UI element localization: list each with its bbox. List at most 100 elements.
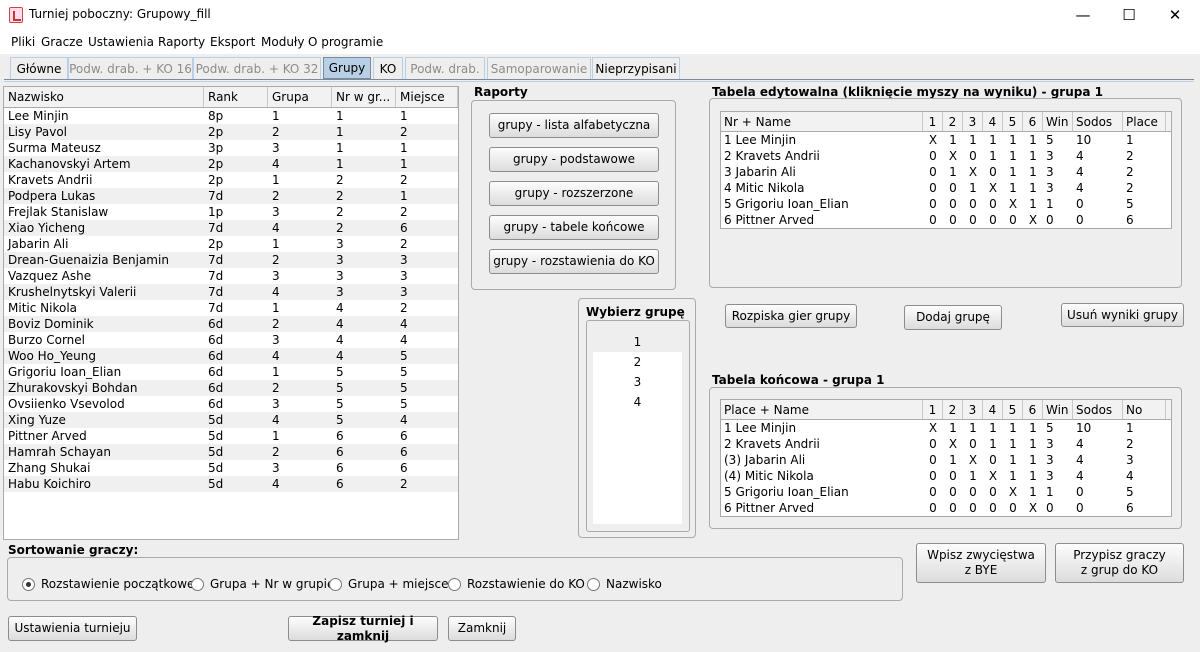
table-row[interactable]: Xing Yuze 5d 4 5 4	[4, 412, 458, 428]
table-cell[interactable]: 1	[1003, 148, 1023, 164]
table-row[interactable]: Woo Ho_Yeung 6d 4 4 5	[4, 348, 458, 364]
table-cell[interactable]: 0	[983, 196, 1003, 212]
table-cell[interactable]: 0	[963, 212, 983, 228]
table-row[interactable]: 4 Mitic Nikola 0 0 1 X 1 1 3 4 2	[721, 180, 1171, 196]
table-cell[interactable]: 1	[1023, 132, 1043, 148]
table-row[interactable]: Podpera Lukas 7d 2 2 1	[4, 188, 458, 204]
tab-podw-drab-ko32[interactable]: Podw. drab. + KO 32	[193, 57, 321, 79]
table-cell[interactable]: 0	[923, 196, 943, 212]
group-list-item[interactable]: 1	[593, 332, 682, 352]
table-cell[interactable]: 0	[943, 212, 963, 228]
table-row[interactable]: Krushelnytskyi Valerii 7d 4 3 3	[4, 284, 458, 300]
col-nazwisko[interactable]: Nazwisko	[4, 87, 204, 107]
table-row[interactable]: Kachanovskyi Artem 2p 4 1 1	[4, 156, 458, 172]
table-row[interactable]: Ovsiienko Vsevolod 6d 3 5 5	[4, 396, 458, 412]
radio-selected-icon[interactable]	[22, 577, 35, 591]
table-row[interactable]: Drean-Guenaizia Benjamin 7d 2 3 3	[4, 252, 458, 268]
radio-icon[interactable]	[448, 577, 461, 591]
table-row[interactable]: Kravets Andrii 2p 1 2 2	[4, 172, 458, 188]
table-cell[interactable]: X	[983, 180, 1003, 196]
group-list[interactable]: 1 2 3 4	[593, 332, 682, 524]
table-row[interactable]: Surma Mateusz 3p 3 1 1	[4, 140, 458, 156]
tab-nieprzypisani[interactable]: Nieprzypisani	[592, 57, 680, 79]
table-row[interactable]: Lee Minjin 8p 1 1 1	[4, 108, 458, 124]
col-miejsce[interactable]: Miejsce	[396, 87, 458, 107]
group-list-item[interactable]: 3	[593, 372, 682, 392]
table-row[interactable]: (3) Jabarin Ali 0 1 X 0 1 1 3 4 3	[721, 452, 1171, 468]
sort-option-group-place[interactable]: Grupa + miejsce	[329, 577, 448, 591]
table-cell[interactable]: X	[1003, 196, 1023, 212]
table-row[interactable]: Xiao Yicheng 7d 4 2 6	[4, 220, 458, 236]
table-row[interactable]: 5 Grigoriu Ioan_Elian 0 0 0 0 X 1 1 0 5	[721, 196, 1171, 212]
report-final-tables-button[interactable]: grupy - tabele końcowe	[489, 215, 659, 240]
menu-eksport[interactable]: Eksport	[210, 35, 255, 49]
table-row[interactable]: Zhurakovskyi Bohdan 6d 2 5 5	[4, 380, 458, 396]
sort-option-initial[interactable]: Rozstawienie początkowe	[22, 577, 194, 591]
table-cell[interactable]: 1	[983, 132, 1003, 148]
table-row[interactable]: 1 Lee Minjin X 1 1 1 1 1 5 10 1	[721, 420, 1171, 436]
table-row[interactable]: Habu Koichiro 5d 4 6 2	[4, 476, 458, 492]
tab-grupy[interactable]: Grupy	[323, 57, 371, 79]
menu-ustawienia[interactable]: Ustawienia	[88, 35, 154, 49]
group-list-item[interactable]: 2	[593, 352, 682, 372]
table-cell[interactable]: 1	[1023, 196, 1043, 212]
table-cell[interactable]: X	[923, 132, 943, 148]
table-cell[interactable]: 0	[923, 180, 943, 196]
table-cell[interactable]: 1	[1023, 164, 1043, 180]
col-nr-w-grupie[interactable]: Nr w gr...	[332, 87, 396, 107]
table-cell[interactable]: 1	[943, 164, 963, 180]
col-rank[interactable]: Rank	[204, 87, 268, 107]
table-row[interactable]: Zhang Shukai 5d 3 6 6	[4, 460, 458, 476]
radio-icon[interactable]	[329, 577, 342, 591]
group-schedule-button[interactable]: Rozpiska gier grupy	[725, 304, 857, 328]
table-cell[interactable]: 0	[923, 164, 943, 180]
col-grupa[interactable]: Grupa	[268, 87, 332, 107]
table-cell[interactable]: X	[1023, 212, 1043, 228]
table-row[interactable]: Mitic Nikola 7d 1 4 2	[4, 300, 458, 316]
menu-raporty[interactable]: Raporty	[158, 35, 205, 49]
table-cell[interactable]: 0	[963, 148, 983, 164]
table-row[interactable]: Jabarin Ali 2p 1 3 2	[4, 236, 458, 252]
report-extended-button[interactable]: grupy - rozszerzone	[489, 181, 659, 206]
table-row[interactable]: 5 Grigoriu Ioan_Elian 0 0 0 0 X 1 1 0 5	[721, 484, 1171, 500]
table-cell[interactable]: 0	[943, 196, 963, 212]
table-cell[interactable]: X	[963, 164, 983, 180]
editable-results-table[interactable]: Nr + Name 1 2 3 4 5 6 Win Sodos Place 1 Lee Minji…	[720, 111, 1172, 229]
table-row[interactable]: 1 Lee Minjin X 1 1 1 1 1 5 10 1	[721, 132, 1171, 148]
table-row[interactable]: 3 Jabarin Ali 0 1 X 0 1 1 3 4 2	[721, 164, 1171, 180]
tab-podw-drab-ko16[interactable]: Podw. drab. + KO 16	[68, 57, 193, 79]
table-row[interactable]: 2 Kravets Andrii 0 X 0 1 1 1 3 4 2	[721, 436, 1171, 452]
table-row[interactable]: Hamrah Schayan 5d 2 6 6	[4, 444, 458, 460]
menu-gracze[interactable]: Gracze	[41, 35, 83, 49]
tab-samoparowanie[interactable]: Samoparowanie	[487, 57, 591, 79]
radio-icon[interactable]	[587, 577, 600, 591]
add-group-button[interactable]: Dodaj grupę	[904, 305, 1002, 330]
table-cell[interactable]: 0	[1003, 212, 1023, 228]
table-row[interactable]: 6 Pittner Arved 0 0 0 0 0 X 0 0 6	[721, 500, 1171, 516]
enter-bye-wins-button[interactable]: Wpisz zwycięstwa z BYE	[916, 543, 1046, 583]
tournament-settings-button[interactable]: Ustawienia turnieju	[8, 616, 137, 641]
table-row[interactable]: Frejlak Stanislaw 1p 3 2 2	[4, 204, 458, 220]
sort-option-group-nr[interactable]: Grupa + Nr w grupie	[191, 577, 334, 591]
table-row[interactable]: Boviz Dominik 6d 2 4 4	[4, 316, 458, 332]
report-ko-seeding-button[interactable]: grupy - rozstawienia do KO	[489, 249, 659, 274]
menu-o-programie[interactable]: O programie	[308, 35, 383, 49]
final-results-table[interactable]: Place + Name 1 2 3 4 5 6 Win Sodos No 1 Lee Minji…	[720, 399, 1172, 517]
report-alphabetical-button[interactable]: grupy - lista alfabetyczna	[489, 113, 659, 138]
save-and-close-button[interactable]: Zapisz turniej i zamknij	[288, 614, 438, 643]
table-row[interactable]: Pittner Arved 5d 1 6 6	[4, 428, 458, 444]
players-table[interactable]: Nazwisko Rank Grupa Nr w gr... Miejsce L…	[3, 86, 459, 540]
tab-ko[interactable]: KO	[373, 57, 403, 79]
table-cell[interactable]: 1	[1003, 132, 1023, 148]
table-cell[interactable]: 1	[1023, 148, 1043, 164]
table-cell[interactable]: X	[943, 148, 963, 164]
table-row[interactable]: 6 Pittner Arved 0 0 0 0 0 X 0 0 6	[721, 212, 1171, 228]
assign-players-ko-button[interactable]: Przypisz graczy z grup do KO	[1055, 543, 1184, 583]
radio-icon[interactable]	[191, 577, 204, 591]
menu-moduly[interactable]: Moduły	[261, 35, 304, 49]
table-cell[interactable]: 1	[1023, 180, 1043, 196]
close-button[interactable]: Zamknij	[448, 616, 516, 641]
table-cell[interactable]: 0	[923, 148, 943, 164]
table-row[interactable]: 2 Kravets Andrii 0 X 0 1 1 1 3 4 2	[721, 148, 1171, 164]
menu-pliki[interactable]: Pliki	[11, 35, 35, 49]
